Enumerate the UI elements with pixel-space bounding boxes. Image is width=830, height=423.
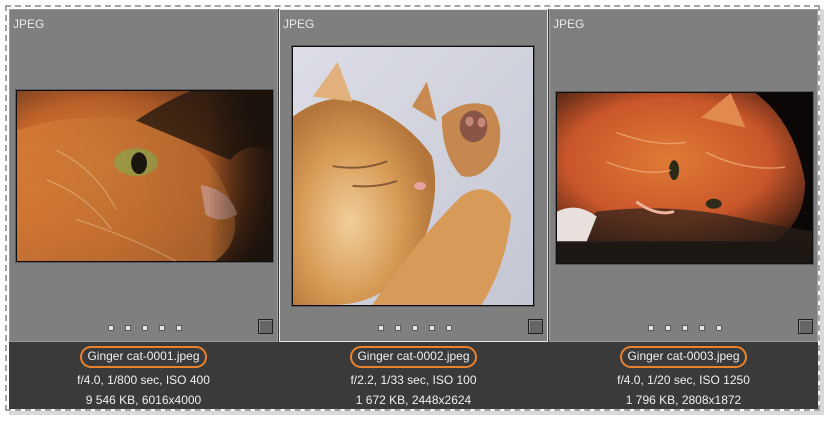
- rating-dot[interactable]: [175, 325, 182, 331]
- rating-dot[interactable]: [664, 325, 671, 331]
- caption-area: Ginger cat-0001.jpeg f/4.0, 1/800 sec, I…: [9, 343, 278, 409]
- rating-dot[interactable]: [107, 325, 114, 331]
- rating-dot[interactable]: [428, 325, 435, 331]
- rating-dots[interactable]: [10, 325, 279, 331]
- rating-dot[interactable]: [698, 325, 705, 331]
- rating-dot[interactable]: [141, 325, 148, 331]
- format-label: JPEG: [553, 17, 585, 31]
- file-size-info: 1 796 KB, 2808x1872: [625, 393, 742, 407]
- rating-dot[interactable]: [124, 325, 131, 331]
- rating-dot[interactable]: [647, 325, 654, 331]
- caption-area: Ginger cat-0003.jpeg f/4.0, 1/20 sec, IS…: [549, 343, 818, 409]
- thumbnail-cell-1[interactable]: JPEG Ginger cat-0001.jpeg f/4.0, 1/800 s…: [9, 9, 278, 409]
- rating-dot[interactable]: [411, 325, 418, 331]
- thumbnail-frame[interactable]: JPEG: [9, 9, 278, 342]
- exposure-info: f/4.0, 1/800 sec, ISO 400: [77, 373, 210, 387]
- format-label: JPEG: [13, 17, 45, 31]
- exposure-info: f/4.0, 1/20 sec, ISO 1250: [617, 373, 750, 387]
- rating-dots[interactable]: [280, 325, 549, 331]
- cat-photo-2[interactable]: [291, 45, 535, 307]
- select-checkbox[interactable]: [258, 319, 273, 334]
- rating-dot[interactable]: [715, 325, 722, 331]
- rating-dot[interactable]: [681, 325, 688, 331]
- rating-dot[interactable]: [445, 325, 452, 331]
- thumbnail-cell-3[interactable]: JPEG Ginger cat-0003.jpeg f/4.0, 1/20 se…: [549, 9, 818, 409]
- thumbnail-frame[interactable]: JPEG: [279, 9, 548, 342]
- thumbnail-frame[interactable]: JPEG: [549, 9, 818, 342]
- exposure-info: f/2.2, 1/33 sec, ISO 100: [350, 373, 477, 387]
- select-checkbox[interactable]: [798, 319, 813, 334]
- rating-dot[interactable]: [394, 325, 401, 331]
- file-name[interactable]: Ginger cat-0003.jpeg: [620, 346, 747, 368]
- file-size-info: 1 672 KB, 2448x2624: [355, 393, 472, 407]
- cat-photo-3[interactable]: [555, 91, 814, 265]
- thumbnail-cell-2[interactable]: JPEG Ginger cat-0002.jpeg f/2.2, 1/33 se…: [279, 9, 548, 409]
- rating-dots[interactable]: [550, 325, 819, 331]
- format-label: JPEG: [283, 17, 315, 31]
- cat-photo-1[interactable]: [15, 89, 274, 263]
- file-name[interactable]: Ginger cat-0002.jpeg: [350, 346, 477, 368]
- thumbnail-grid: JPEG Ginger cat-0001.jpeg f/4.0, 1/800 s…: [9, 9, 818, 409]
- rating-dot[interactable]: [158, 325, 165, 331]
- rating-dot[interactable]: [377, 325, 384, 331]
- file-name[interactable]: Ginger cat-0001.jpeg: [80, 346, 207, 368]
- file-size-info: 9 546 KB, 6016x4000: [85, 393, 202, 407]
- caption-area: Ginger cat-0002.jpeg f/2.2, 1/33 sec, IS…: [279, 343, 548, 409]
- select-checkbox[interactable]: [528, 319, 543, 334]
